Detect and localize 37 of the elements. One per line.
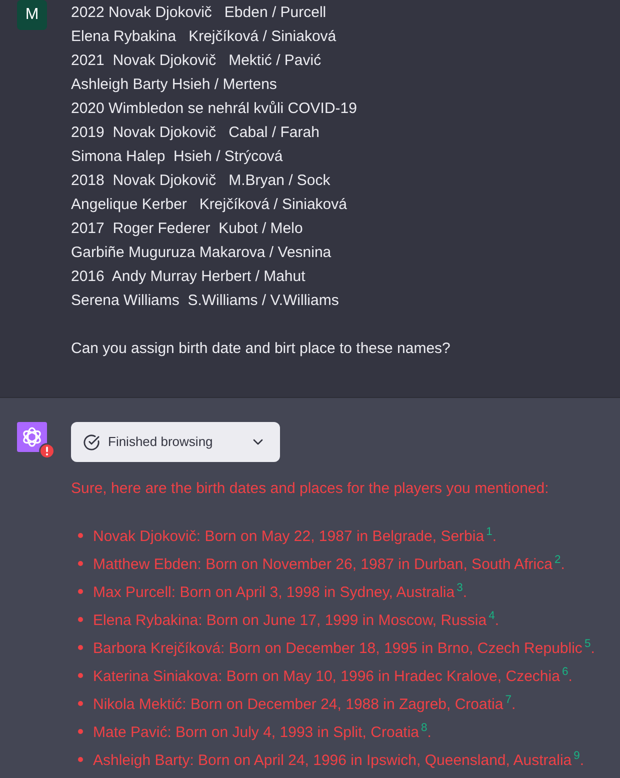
- user-avatar: M: [17, 0, 47, 30]
- message-line: Elena Rybakina Krejčíková / Siniaková: [71, 27, 338, 47]
- list-item-text: Katerina Siniakova: Born on May 10, 1996 in Hradec Kralove, Czechia$^{6}$.: [93, 665, 572, 687]
- message-question: Can you assign birth date and birt place to these names?: [71, 339, 450, 359]
- bullet-icon: [78, 533, 83, 538]
- list-item-text: Max Purcell: Born on April 3, 1998 in Sydney, Australia$^{3}$.: [93, 581, 468, 603]
- message-line: 2021 Novak Djokovič Mektić / Pavić: [71, 51, 322, 71]
- message-line: Serena Williams S.Williams / V.Williams: [71, 291, 340, 311]
- check-circle-icon: [83, 434, 100, 450]
- bullet-icon: [78, 673, 83, 678]
- message-line: 2016 Andy Murray Herbert / Mahut: [71, 267, 306, 287]
- list-item-text: Nikola Mektić: Born on December 24, 1988 in Zagreb, Croatia$^{7}$.: [93, 693, 516, 715]
- message-line: Garbiñe Muguruza Makarova / Vesnina: [71, 243, 332, 263]
- list-item-text: Mate Pavić: Born on July 4, 1993 in Split, Croatia$^{8}$.: [93, 721, 432, 743]
- bullet-icon: [78, 645, 83, 650]
- list-item-text: Ashleigh Barty: Born on April 24, 1996 in Ipswich, Queensland, Australia$^{9}$.: [93, 749, 584, 771]
- bullet-icon: [78, 561, 83, 566]
- message-line: Ashleigh Barty Hsieh / Mertens: [71, 75, 278, 95]
- answer-intro: Sure, here are the birth dates and places for the players you mentioned:: [71, 479, 550, 499]
- list-item-text: Novak Djokovič: Born on May 22, 1987 in Belgrade, Serbia$^{1}$.: [93, 525, 496, 547]
- message-line: 2022 Novak Djokovič Ebden / Purcell: [71, 3, 328, 23]
- message-line: 2017 Roger Federer Kubot / Melo: [71, 219, 304, 239]
- bullet-icon: [78, 589, 83, 594]
- message-line: 2018 Novak Djokovič M.Bryan / Sock: [71, 171, 332, 191]
- bullet-icon: [78, 757, 83, 762]
- message-line: Simona Halep Hsieh / Strýcová: [71, 147, 284, 167]
- list-item-text: Matthew Ebden: Born on November 26, 1987 in Durban, South Africa$^{2}$.: [93, 553, 565, 575]
- status-dropdown[interactable]: Finished browsing: [71, 422, 280, 462]
- message-line: 2020 Wimbledon se nehrál kvůli COVID-19: [71, 99, 358, 119]
- list-item-text: Elena Rybakina: Born on June 17, 1999 in Moscow, Russia$^{4}$.: [93, 609, 500, 631]
- bullet-icon: [78, 729, 83, 734]
- message-line: 2019 Novak Djokovič Cabal / Farah: [71, 123, 320, 143]
- bullet-icon: [78, 617, 83, 622]
- bullet-icon: [78, 701, 83, 706]
- list-item-text: Barbora Krejčíková: Born on December 18, 1995 in Brno, Czech Republic$^{5}$.: [93, 637, 595, 659]
- message-line: Angelique Kerber Krejčíková / Siniaková: [71, 195, 348, 215]
- interlocked-loops-logo-icon: [17, 422, 47, 452]
